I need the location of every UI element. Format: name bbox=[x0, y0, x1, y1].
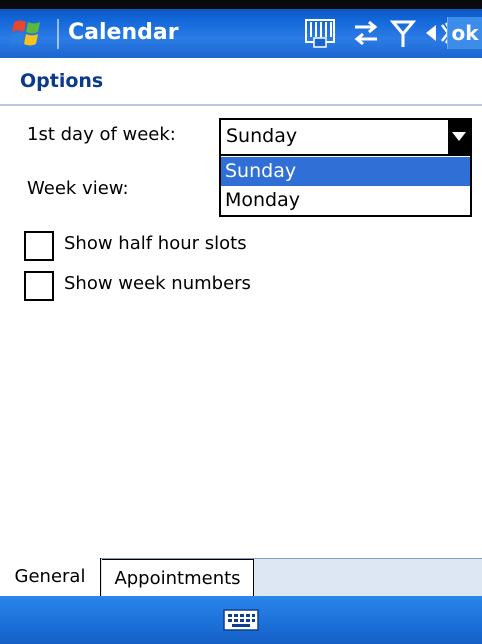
first-day-selected-value: Sunday bbox=[226, 125, 298, 147]
tab-strip: General Appointments bbox=[0, 558, 482, 596]
tab-appointments[interactable]: Appointments bbox=[102, 559, 254, 596]
chevron-down-icon bbox=[452, 132, 466, 141]
sync-icon[interactable] bbox=[349, 17, 383, 49]
week-view-label: Week view: bbox=[27, 178, 129, 199]
heading-divider bbox=[0, 104, 482, 106]
tab-general[interactable]: General bbox=[0, 558, 101, 596]
bottom-menu-bar bbox=[0, 596, 482, 644]
signal-icon[interactable] bbox=[390, 17, 416, 49]
option-sunday[interactable]: Sunday bbox=[221, 157, 470, 186]
page-title: Options bbox=[20, 70, 104, 92]
title-bar: Calendar ok bbox=[0, 0, 482, 58]
option-monday[interactable]: Monday bbox=[221, 186, 470, 215]
first-day-dropdown[interactable]: Sunday bbox=[219, 118, 472, 156]
dropdown-arrow-button[interactable] bbox=[448, 120, 470, 154]
first-day-options-list: Sunday Monday bbox=[219, 154, 472, 217]
ok-button[interactable]: ok bbox=[447, 17, 482, 49]
app-title: Calendar bbox=[68, 20, 179, 45]
first-day-label: 1st day of week: bbox=[27, 124, 176, 145]
half-hour-slots-label[interactable]: Show half hour slots bbox=[64, 233, 247, 254]
windows-start-icon[interactable] bbox=[10, 16, 46, 50]
keyboard-status-icon[interactable] bbox=[302, 17, 340, 49]
week-numbers-label[interactable]: Show week numbers bbox=[64, 273, 251, 294]
week-numbers-checkbox[interactable] bbox=[24, 271, 54, 301]
half-hour-slots-checkbox[interactable] bbox=[24, 231, 54, 261]
title-separator bbox=[57, 19, 59, 49]
keyboard-icon[interactable] bbox=[222, 608, 260, 632]
